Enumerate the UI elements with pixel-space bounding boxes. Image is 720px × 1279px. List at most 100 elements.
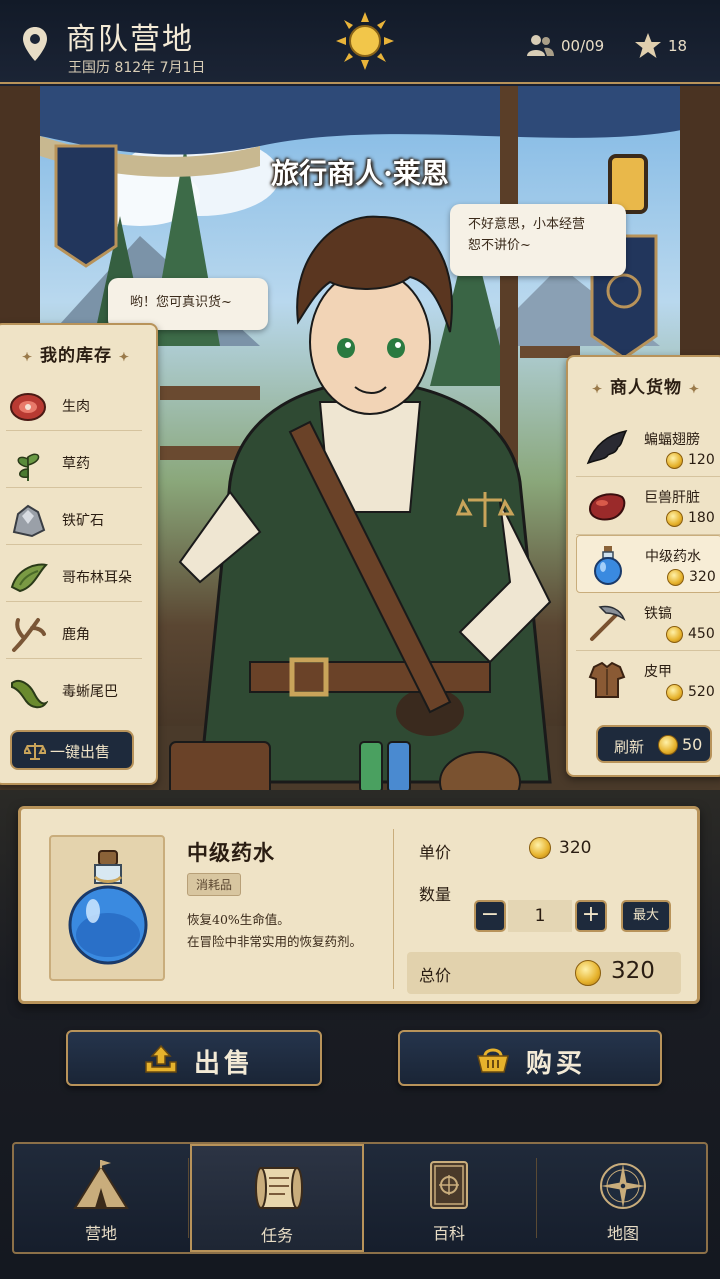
shopping-basket-icon — [477, 1048, 509, 1073]
merchant-speech-bubble: 不好意思，小本经营 恕不讲价~ — [450, 204, 626, 276]
coin-icon — [529, 837, 551, 859]
nav-item-map[interactable]: 地图 — [536, 1144, 710, 1252]
refresh-button[interactable]: 刷新 50 — [596, 725, 712, 763]
nav-item-encyclopedia[interactable]: 百科 — [362, 1144, 536, 1252]
iron-ore-icon — [12, 504, 46, 538]
compass-map-icon — [600, 1163, 646, 1209]
merchant-goods-panel: ✦ 商人货物 ✦ 蝙蝠翅膀 120 巨兽肝脏 180 中级药水 320 铁镐 4… — [566, 355, 720, 777]
location-pin-icon — [23, 27, 47, 61]
shop-item[interactable]: 巨兽肝脏 180 — [576, 477, 720, 535]
merchant-name: 旅行商人·莱恩 — [271, 157, 449, 190]
nav-item-camp[interactable]: 营地 — [14, 1144, 188, 1252]
coin-icon — [575, 960, 601, 986]
inventory-item-label: 铁矿石 — [62, 513, 104, 529]
coin-icon — [658, 735, 678, 755]
nav-label: 营地 — [84, 1224, 117, 1243]
shop-item-selected[interactable]: 中级药水 320 — [576, 535, 720, 593]
item-name: 中级药水 — [187, 840, 275, 865]
scale-icon — [24, 743, 46, 760]
coin-icon — [666, 510, 683, 527]
inventory-item[interactable]: 鹿角 — [6, 609, 142, 659]
coin-icon — [667, 569, 684, 586]
encyclopedia-book-icon — [430, 1161, 468, 1209]
sell-label: 出售 — [194, 1049, 255, 1079]
total-price-value: 320 — [611, 958, 655, 984]
star-icon[interactable] — [634, 32, 662, 59]
bottom-navigation: 营地 任务 百科 地图 — [12, 1142, 708, 1254]
sell-all-button[interactable]: 一键出售 — [10, 730, 134, 770]
inventory-item[interactable]: 毒蜥尾巴 — [6, 666, 142, 716]
shop-item-price: 520 — [688, 684, 715, 700]
merchant-speech-line-2: 恕不讲价~ — [468, 238, 531, 253]
inventory-item[interactable]: 生肉 — [6, 381, 142, 431]
quantity-value[interactable]: 1 — [508, 900, 572, 932]
quest-scroll-icon — [255, 1167, 303, 1209]
ornament-icon: ✦ — [118, 350, 130, 364]
potion-icon — [68, 850, 148, 965]
divider — [393, 829, 394, 989]
inventory-item-label: 毒蜥尾巴 — [62, 684, 118, 700]
lizard-tail-icon — [11, 679, 48, 709]
shop-item-price: 320 — [689, 569, 716, 585]
beast-liver-icon — [588, 493, 626, 521]
upload-tray-icon — [145, 1044, 177, 1073]
party-members-icon[interactable] — [526, 33, 554, 57]
coin-icon — [666, 452, 683, 469]
shop-item-label: 中级药水 — [645, 549, 701, 565]
inventory-title: ✦ 我的库存 ✦ — [22, 346, 130, 366]
inventory-item-label: 草药 — [62, 456, 90, 472]
shop-item[interactable]: 蝙蝠翅膀 120 — [576, 419, 720, 477]
unit-price-label: 单价 — [419, 843, 452, 862]
ornament-icon: ✦ — [688, 382, 700, 396]
nav-label: 任务 — [260, 1226, 293, 1245]
calendar-date: 王国历 812年 7月1日 — [68, 60, 206, 76]
nav-item-quests[interactable]: 任务 — [190, 1144, 364, 1252]
nav-divider — [188, 1158, 189, 1238]
quantity-label: 数量 — [419, 885, 452, 904]
sell-all-label: 一键出售 — [50, 743, 111, 761]
party-members-count: 00/09 — [561, 37, 605, 55]
inventory-item[interactable]: 铁矿石 — [6, 495, 142, 545]
item-image-frame — [49, 835, 165, 981]
inventory-item-label: 生肉 — [62, 399, 90, 415]
shop-item-label: 皮甲 — [644, 664, 672, 680]
bat-wing-icon — [586, 429, 628, 465]
shop-item[interactable]: 铁镐 450 — [576, 593, 720, 651]
item-description: 恢复40%生命值。 在冒险中非常实用的恢复药剂。 — [187, 909, 362, 953]
sun-weather-icon[interactable] — [336, 12, 394, 70]
coin-icon — [666, 684, 683, 701]
shop-item-price: 450 — [688, 626, 715, 642]
quantity-decrease-button[interactable]: − — [474, 900, 506, 932]
item-detail-panel: 中级药水 消耗品 恢复40%生命值。 在冒险中非常实用的恢复药剂。 单价 320… — [18, 806, 700, 1004]
inventory-item-label: 鹿角 — [62, 627, 90, 643]
leather-armor-icon — [588, 661, 626, 698]
shop-item-label: 巨兽肝脏 — [644, 490, 700, 506]
raw-meat-icon — [10, 393, 46, 421]
herb-icon — [17, 453, 40, 481]
goblin-ear-icon — [10, 563, 48, 593]
refresh-label: 刷新 — [614, 738, 645, 756]
buy-button[interactable]: 购买 — [398, 1030, 662, 1086]
ornament-icon: ✦ — [592, 382, 604, 396]
total-price-box: 总价 320 — [407, 952, 681, 994]
shop-item-label: 铁镐 — [644, 606, 672, 622]
quantity-max-button[interactable]: 最大 — [621, 900, 671, 932]
coin-icon — [666, 626, 683, 643]
item-description-line-2: 在冒险中非常实用的恢复药剂。 — [187, 934, 363, 949]
shop-item-price: 180 — [688, 510, 715, 526]
inventory-item[interactable]: 草药 — [6, 438, 142, 488]
shop-item-price: 120 — [688, 452, 715, 468]
potion-icon — [594, 546, 622, 585]
top-bar: 商队营地 王国历 812年 7月1日 00/09 18 — [0, 0, 720, 84]
merchant-goods-title: ✦ 商人货物 ✦ — [592, 378, 700, 398]
antler-icon — [12, 618, 46, 652]
item-category-tag: 消耗品 — [187, 873, 242, 896]
star-count: 18 — [668, 37, 688, 55]
quantity-increase-button[interactable]: + — [575, 900, 607, 932]
inventory-item[interactable]: 哥布林耳朵 — [6, 552, 142, 602]
sell-button[interactable]: 出售 — [66, 1030, 322, 1086]
shop-item[interactable]: 皮甲 520 — [576, 651, 720, 709]
ornament-icon: ✦ — [22, 350, 34, 364]
item-description-line-1: 恢复40%生命值。 — [187, 912, 290, 927]
merchant-speech-line-1: 不好意思，小本经营 — [468, 217, 586, 232]
